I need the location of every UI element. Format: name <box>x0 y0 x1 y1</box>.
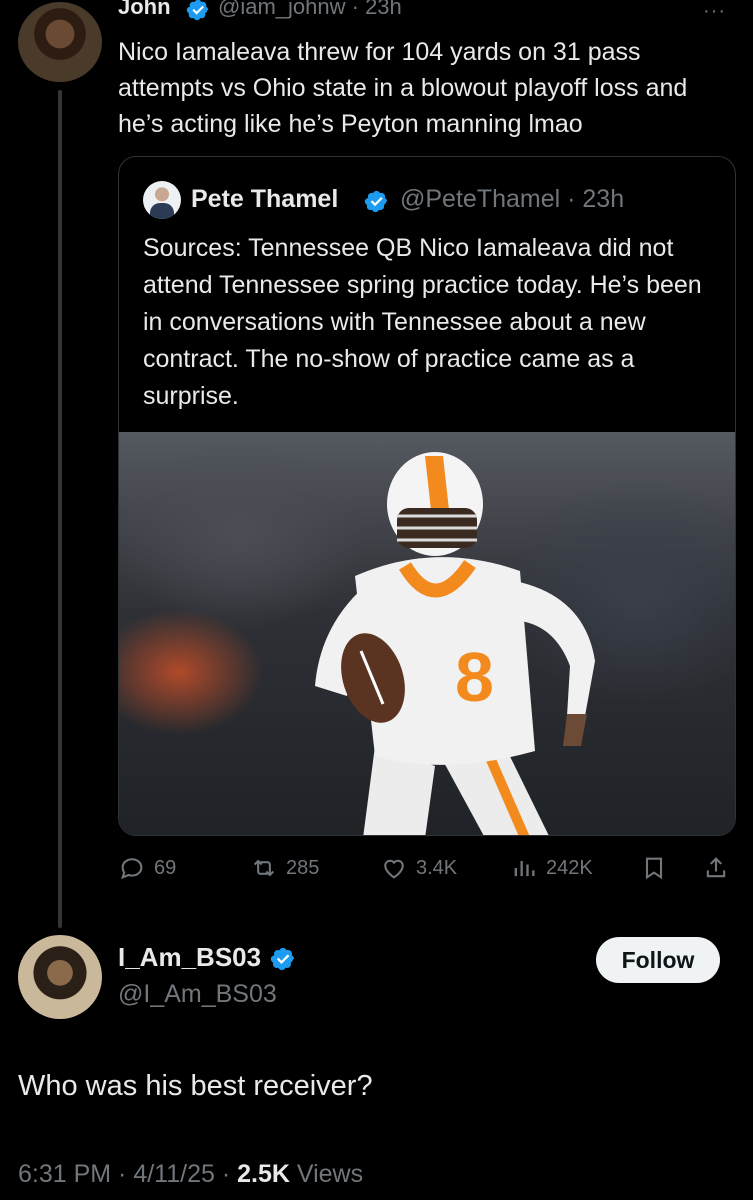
reply-count: 69 <box>154 856 177 879</box>
svg-text:8: 8 <box>455 638 494 716</box>
repost-button[interactable]: 285 <box>250 854 319 882</box>
like-count: 3.4K <box>416 856 458 879</box>
quoted-author-avatar[interactable] <box>143 181 181 219</box>
heart-icon <box>384 859 404 879</box>
follow-button[interactable]: Follow <box>596 937 720 983</box>
parent-tweet-text: Nico Iamaleava threw for 104 yards on 31… <box>118 38 688 138</box>
reply-button[interactable]: 69 <box>118 854 176 882</box>
quoted-tweet-card[interactable]: Pete Thamel @PeteThamel · 23h Sources: T… <box>118 156 736 836</box>
bookmark-icon <box>645 857 663 880</box>
reply-author-avatar[interactable] <box>18 935 102 1019</box>
parent-author-handle-time[interactable]: @iam_johnw · 23h <box>218 0 402 20</box>
football-player-icon: 8 <box>315 452 595 835</box>
views-count: 242K <box>546 856 593 879</box>
tweet-views-label: Views <box>296 1160 364 1188</box>
parent-author-handle: @iam_johnw <box>218 0 346 19</box>
quoted-author-handle: @PeteThamel <box>400 185 561 213</box>
analytics-icon <box>514 861 535 877</box>
quoted-tweet-media-photo[interactable]: 8 <box>119 432 735 835</box>
like-button[interactable]: 3.4K <box>380 854 457 882</box>
tweet-action-bar: 69 285 3.4K 242K <box>118 850 736 890</box>
tweet-time[interactable]: 6:31 PM <box>18 1160 111 1188</box>
quoted-author-name[interactable]: Pete Thamel <box>191 185 338 214</box>
repost-icon <box>253 859 275 877</box>
tweet-meta-line: 6:31 PM · 4/11/25 · 2.5K Views <box>18 1160 364 1188</box>
tweet-date[interactable]: 4/11/25 <box>133 1160 215 1188</box>
quoted-author-handle-time[interactable]: @PeteThamel · 23h <box>400 185 624 214</box>
reply-icon <box>120 858 143 880</box>
views-button[interactable]: 242K <box>510 854 593 882</box>
reply-tweet-text: Who was his best receiver? <box>18 1070 373 1102</box>
parent-tweet-time: 23h <box>365 0 402 19</box>
verified-badge-icon <box>364 190 388 213</box>
repost-count: 285 <box>286 856 320 879</box>
verified-badge-icon <box>186 0 209 21</box>
tweet-views-count: 2.5K <box>237 1160 290 1188</box>
verified-badge-icon <box>270 947 295 971</box>
bookmark-button[interactable] <box>640 854 668 882</box>
more-options-icon[interactable]: ··· <box>703 0 726 23</box>
reply-author-handle[interactable]: @I_Am_BS03 <box>118 980 277 1009</box>
parent-author-avatar[interactable] <box>18 2 102 82</box>
thread-connector-line <box>58 90 62 928</box>
share-button[interactable] <box>702 854 730 882</box>
share-icon <box>706 857 726 878</box>
reply-author-name[interactable]: I_Am_BS03 <box>118 942 261 973</box>
quoted-tweet-time: 23h <box>582 185 625 213</box>
quoted-tweet-text: Sources: Tennessee QB Nico Iamaleava did… <box>143 234 702 410</box>
parent-author-name[interactable]: John <box>118 0 171 20</box>
